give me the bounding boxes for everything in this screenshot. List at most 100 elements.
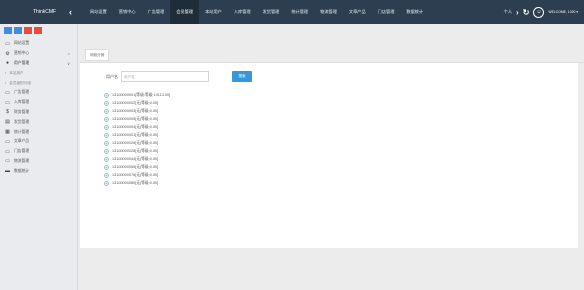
sidebar-item-13[interactable]: ▬ 数据统计 xyxy=(0,166,77,176)
tree-node[interactable]: +13100000001[无|等级:0.00] xyxy=(104,131,170,139)
nav-item-9[interactable]: 文章产品 xyxy=(343,0,372,24)
tree-node-label: 13100000044[无|等级:0.00] xyxy=(112,156,159,161)
nav-item-3[interactable]: 会员管理 xyxy=(170,0,200,24)
tab-strip: 网络分销 xyxy=(80,47,584,63)
nav-item-0[interactable]: 网站设置 xyxy=(84,0,113,24)
nav-item-10[interactable]: 门店管理 xyxy=(372,0,401,24)
nav-item-5[interactable]: 入库管理 xyxy=(228,0,257,24)
tree-node-label: 13100000001[无|等级:0.00] xyxy=(112,132,159,137)
expand-icon[interactable]: + xyxy=(104,116,109,122)
expand-icon[interactable]: + xyxy=(104,124,109,130)
search-input[interactable]: 用户名 xyxy=(121,71,209,82)
sidebar-item-label: 数据统计 xyxy=(14,168,30,173)
tree-node[interactable]: +13100000080[无|等级:0.00] xyxy=(104,179,170,187)
tree-node-label: 13100000005[无|等级:0.00] xyxy=(112,116,159,121)
shortcut-button-0[interactable] xyxy=(4,27,12,34)
tree-node[interactable]: +13100000004[无|等级:0.00] xyxy=(104,123,170,131)
sidebar-item-9[interactable]: ▦ 统计管理 xyxy=(0,127,77,137)
tree-node-label: 13100000001[等级:等级:10113.00] xyxy=(112,92,171,97)
sidebar-item-3[interactable]: • 本站用户 xyxy=(0,68,77,78)
tree-node[interactable]: +13100000003[无|等级:0.00] xyxy=(104,107,170,115)
refresh-icon[interactable]: ↻ xyxy=(523,8,530,17)
sidebar-item-8[interactable]: ▤ 发货管理 xyxy=(0,117,77,127)
sidebar-item-label: 门店管理 xyxy=(14,149,30,154)
sidebar-item-label: 营销中心 xyxy=(14,51,30,56)
chevron-icon: ∨ xyxy=(67,60,70,66)
expand-icon[interactable]: + xyxy=(104,92,109,98)
nav-item-8[interactable]: 物流管理 xyxy=(314,0,343,24)
expand-icon[interactable]: + xyxy=(104,180,109,186)
tree-node[interactable]: +13100000001[等级:等级:10113.00] xyxy=(104,91,170,99)
tree-node-label: 13100000026[无|等级:0.00] xyxy=(112,140,159,145)
nav-item-1[interactable]: 营销中心 xyxy=(113,0,142,24)
chevron-left-icon[interactable]: ‹ xyxy=(69,7,72,17)
tree-node[interactable]: +13100000026[无|等级:0.00] xyxy=(104,139,170,147)
expand-icon[interactable]: + xyxy=(104,140,109,146)
expand-icon[interactable]: + xyxy=(104,148,109,154)
expand-icon[interactable]: + xyxy=(104,156,109,162)
brand-name[interactable]: ThinkCMF xyxy=(33,9,56,15)
sidebar-item-label: 发货管理 xyxy=(14,119,30,124)
sidebar-item-5[interactable]: ▭ 广告管理 xyxy=(0,88,77,98)
tree-node-label: 13100000003[无|等级:0.00] xyxy=(112,108,159,113)
sidebar-item-4[interactable]: • 会员级别分组 xyxy=(0,78,77,88)
sidebar-item-10[interactable]: ▭ 文章产品 xyxy=(0,137,77,147)
chevron-right-icon[interactable]: › xyxy=(516,8,519,17)
shortcut-button-3[interactable] xyxy=(34,27,42,34)
search-label: 用户名 xyxy=(106,73,118,79)
nav-item-6[interactable]: 发货管理 xyxy=(257,0,286,24)
sidebar-item-12[interactable]: ▭ 物流管理 xyxy=(0,157,77,167)
tree-node[interactable]: +13100000076[无|等级:0.00] xyxy=(104,171,170,179)
nav-item-2[interactable]: 广告管理 xyxy=(142,0,171,24)
sidebar-item-label: 文章产品 xyxy=(14,139,30,144)
chart-icon: ▬ xyxy=(5,168,10,175)
nav-item-7[interactable]: 统计管理 xyxy=(285,0,314,24)
user-icon: ● xyxy=(5,60,10,67)
monitor-icon: ▭ xyxy=(5,99,10,106)
sidebar-item-11[interactable]: ▭ 门店管理 xyxy=(0,147,77,157)
tree-node[interactable]: +13100000002[无|等级:0.00] xyxy=(104,99,170,107)
expand-icon[interactable]: + xyxy=(104,172,109,178)
more-menu[interactable]: 个人 xyxy=(504,9,512,15)
shortcut-button-2[interactable] xyxy=(24,27,32,34)
bullet-icon: • xyxy=(5,81,7,86)
sidebar-item-label: 财务管理 xyxy=(14,109,30,114)
sidebar-item-0[interactable]: ▭ 网站设置 xyxy=(0,39,77,49)
tree-node[interactable]: +13100000055[无|等级:0.00] xyxy=(104,163,170,171)
expand-icon[interactable]: + xyxy=(104,132,109,138)
search-button[interactable]: 搜索 xyxy=(232,71,252,82)
monitor-icon: ▭ xyxy=(5,158,10,165)
tab-network-distribution[interactable]: 网络分销 xyxy=(85,49,110,61)
nav-item-4[interactable]: 本站用户 xyxy=(199,0,228,24)
user-avatar-icon[interactable]: ☺ xyxy=(533,6,545,18)
top-right-tools: 个人 › ↻ ☺ WELCOME, 1020 ▾ xyxy=(504,0,578,24)
sidebar-item-label: 统计管理 xyxy=(14,129,30,134)
user-menu[interactable]: WELCOME, 1020 ▾ xyxy=(548,10,578,14)
sidebar-item-2[interactable]: ● 用户管理 ∨ xyxy=(0,59,77,69)
nav-item-11[interactable]: 数据统计 xyxy=(400,0,429,24)
expand-icon[interactable]: + xyxy=(104,164,109,170)
monitor-icon: ▭ xyxy=(5,40,10,47)
sidebar-item-label: 会员级别分组 xyxy=(9,80,31,85)
expand-icon[interactable]: + xyxy=(104,100,109,106)
tree-node[interactable]: +13100000005[无|等级:0.00] xyxy=(104,115,170,123)
chevron-icon: > xyxy=(67,51,70,57)
sidebar-item-label: 网站设置 xyxy=(14,41,30,46)
sidebar-item-6[interactable]: ▭ 入库管理 xyxy=(0,98,77,108)
sidebar-item-label: 物流管理 xyxy=(14,158,30,163)
monitor-icon: ▭ xyxy=(5,148,10,155)
tree-node-label: 13100000002[无|等级:0.00] xyxy=(112,100,159,105)
dollar-icon: $ xyxy=(6,109,9,116)
gear-icon: ⚙ xyxy=(5,50,10,57)
sidebar-item-7[interactable]: $ 财务管理 xyxy=(0,108,77,118)
sidebar-menu: ▭ 网站设置 ⚙ 营销中心 > ● 用户管理 ∨ • 本站用户 • 会员级别分组 ▭ 广告管理 ▭ 入库管理 $… xyxy=(0,39,77,176)
bullet-icon: • xyxy=(5,71,7,76)
expand-icon[interactable]: + xyxy=(104,108,109,114)
sidebar-item-1[interactable]: ⚙ 营销中心 > xyxy=(0,49,77,59)
shortcut-button-1[interactable] xyxy=(14,27,22,34)
sidebar-item-label: 广告管理 xyxy=(14,90,30,95)
tree-node[interactable]: +13100000028[无|等级:0.00] xyxy=(104,147,170,155)
tree-node[interactable]: +13100000044[无|等级:0.00] xyxy=(104,155,170,163)
top-bar: ThinkCMF ‹ 网站设置 营销中心 广告管理 会员管理 本站用户 入库管理 发货管理统… xyxy=(0,0,584,24)
sidebar-item-label: 本站用户 xyxy=(9,70,24,75)
